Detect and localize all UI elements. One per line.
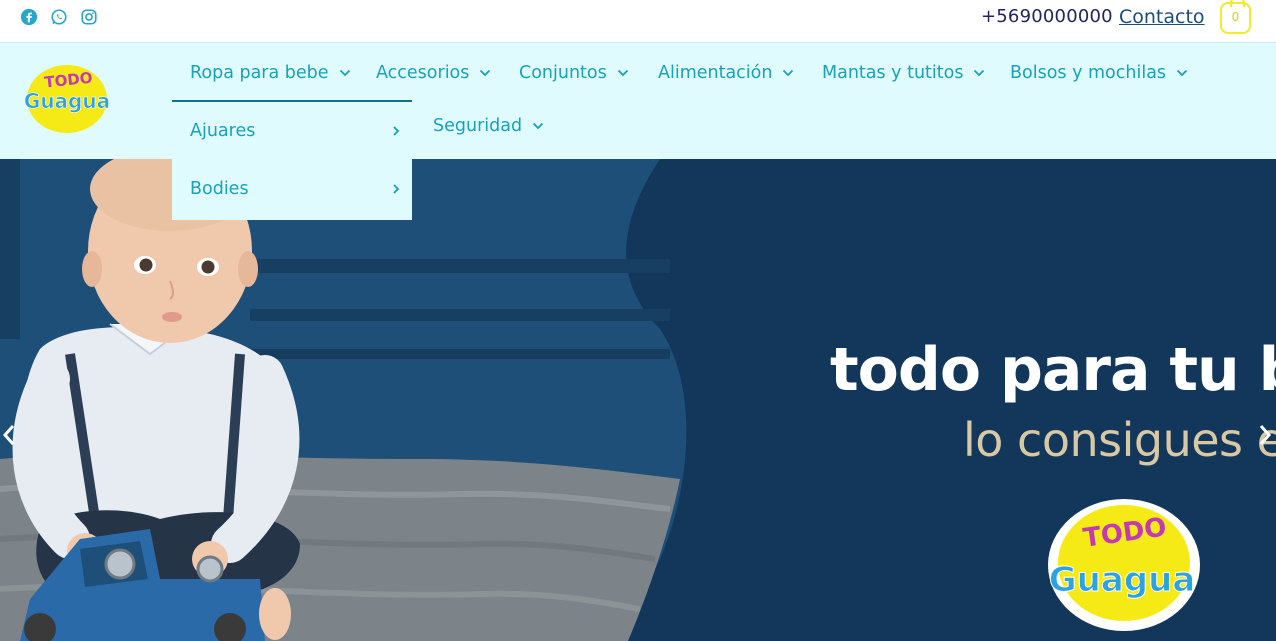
nav-item-bolsos-y-mochilas[interactable]: Bolsos y mochilas [1010,63,1188,83]
logo-text-bottom: Guagua [24,89,110,113]
slider-next-arrow[interactable] [1256,423,1274,447]
chevron-right-icon [393,126,400,136]
nav-item-alimentacion[interactable]: Alimentación [658,63,794,83]
instagram-icon[interactable] [80,8,98,26]
contact-link[interactable]: Contacto [1119,6,1205,28]
dropdown-item-ajuares[interactable]: Ajuares [172,102,412,160]
nav-item-conjuntos[interactable]: Conjuntos [519,63,629,83]
hero-slogan-line1: todo para tu be [830,335,1276,405]
chevron-down-icon [783,69,794,77]
nav-label: Mantas y tutitos [822,63,964,83]
hero-logo: TODO Guagua [1048,499,1200,631]
cart-button[interactable]: 0 [1220,0,1251,34]
cart-count: 0 [1231,10,1240,24]
nav-item-mantas-y-tutitos[interactable]: Mantas y tutitos [822,63,985,83]
dropdown-label: Ajuares [190,121,256,141]
chevron-down-icon [1176,69,1188,77]
hero-slogan-line2: lo consigues en [963,413,1276,467]
top-bar: +5690000000 Contacto 0 [0,0,1276,43]
chevron-down-icon [532,122,544,130]
chevron-down-icon [339,69,350,77]
nav-label: Seguridad [433,116,523,136]
ropa-para-bebe-dropdown: Ajuares Bodies [172,102,412,220]
nav-label: Alimentación [658,63,773,83]
nav-label: Bolsos y mochilas [1010,63,1167,83]
chevron-down-icon [617,69,628,77]
chevron-down-icon [480,69,491,77]
site-logo[interactable]: TODO Guagua [24,63,110,135]
dropdown-label: Bodies [190,179,249,199]
hero-logo-text-bottom: Guagua [1049,560,1196,600]
nav-item-seguridad[interactable]: Seguridad [433,116,544,136]
chevron-down-icon [974,69,985,77]
slider-prev-arrow[interactable] [0,423,18,447]
nav-item-accesorios[interactable]: Accesorios [376,63,491,83]
hero-slider: todo para tu be lo consigues en TODO Gua… [0,159,1276,641]
facebook-icon[interactable] [20,8,38,26]
dropdown-item-bodies[interactable]: Bodies [172,160,412,218]
nav-item-ropa-para-bebe[interactable]: Ropa para bebe [190,63,351,83]
phone-number[interactable]: +5690000000 [981,6,1113,27]
nav-label: Ropa para bebe [190,63,329,83]
nav-label: Accesorios [376,63,470,83]
nav-label: Conjuntos [519,63,607,83]
social-links [20,8,98,26]
whatsapp-icon[interactable] [50,8,68,26]
chevron-right-icon [393,184,400,194]
